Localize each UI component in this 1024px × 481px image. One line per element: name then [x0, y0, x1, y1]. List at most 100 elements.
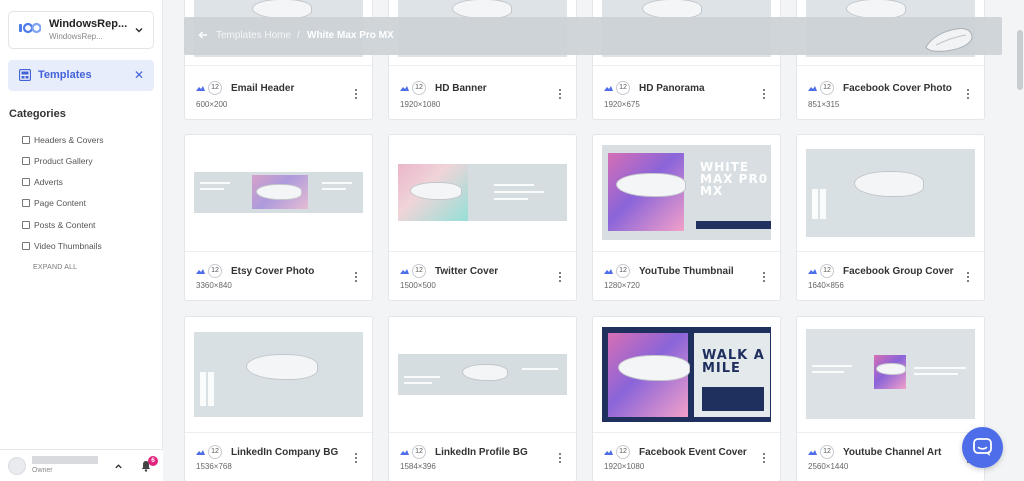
template-dimensions: 1280×720: [604, 281, 640, 290]
shoe-image-decor: [925, 28, 973, 52]
template-thumbnail[interactable]: WHITE MAX PR0 MX: [602, 145, 771, 240]
chat-icon: [973, 438, 992, 456]
nav-item-templates[interactable]: Templates ✕: [8, 60, 154, 91]
kebab-menu-icon[interactable]: [559, 89, 562, 100]
kebab-menu-icon[interactable]: [763, 89, 766, 100]
template-count-badge: 12: [412, 264, 426, 278]
checkbox-icon[interactable]: [22, 157, 30, 165]
category-label: Product Gallery: [34, 156, 93, 166]
checkbox-icon[interactable]: [22, 199, 30, 207]
chevron-up-icon[interactable]: [114, 462, 123, 471]
template-count-badge: 12: [820, 445, 834, 459]
template-dimensions: 3360×840: [196, 281, 232, 290]
image-icon: [808, 450, 817, 455]
template-card[interactable]: 12 Twitter Cover 1500×500: [388, 134, 577, 301]
image-icon: [808, 86, 817, 91]
category-label: Headers & Covers: [34, 135, 104, 145]
logo-icon: [19, 22, 41, 34]
categories-heading: Categories: [9, 108, 66, 120]
template-card[interactable]: WALK A MILE 12 Facebook Event Cover 1920…: [592, 316, 781, 481]
image-icon: [604, 269, 613, 274]
scrollbar-thumb[interactable]: [1017, 30, 1023, 90]
template-dimensions: 1920×1080: [604, 462, 645, 471]
category-label: Posts & Content: [34, 220, 96, 230]
close-icon[interactable]: ✕: [134, 68, 144, 82]
breadcrumb-current: White Max Pro MX: [307, 30, 394, 41]
template-dimensions: 1500×500: [400, 281, 436, 290]
template-card[interactable]: 12 Facebook Group Cover 1640×856: [796, 134, 985, 301]
template-title: Facebook Group Cover: [843, 266, 954, 277]
template-count-badge: 12: [820, 81, 834, 95]
template-thumbnail[interactable]: [194, 172, 363, 213]
checkbox-icon[interactable]: [22, 178, 30, 186]
template-title: Etsy Cover Photo: [231, 266, 315, 277]
expand-all-link[interactable]: EXPAND ALL: [33, 264, 77, 271]
template-dimensions: 1536×768: [196, 462, 232, 471]
workspace-name: WindowsRep...: [49, 18, 128, 30]
template-title: Email Header: [231, 83, 295, 94]
image-icon: [400, 269, 409, 274]
template-thumbnail[interactable]: [194, 332, 363, 417]
breadcrumb-home-link[interactable]: Templates Home: [216, 30, 291, 41]
kebab-menu-icon[interactable]: [355, 453, 358, 464]
template-thumbnail[interactable]: [806, 329, 975, 419]
kebab-menu-icon[interactable]: [967, 272, 970, 283]
image-icon: [196, 86, 205, 91]
image-icon: [400, 450, 409, 455]
template-thumbnail[interactable]: WALK A MILE: [602, 327, 771, 422]
user-bar: Owner 6: [0, 449, 163, 481]
kebab-menu-icon[interactable]: [559, 272, 562, 283]
image-icon: [604, 450, 613, 455]
template-title: YouTube Thumbnail: [639, 266, 734, 277]
template-card[interactable]: 12 LinkedIn Profile BG 1584×396: [388, 316, 577, 481]
thumbnail-headline: WHITE MAX PR0 MX: [700, 160, 769, 198]
template-title: Youtube Channel Art: [843, 447, 942, 458]
checkbox-icon[interactable]: [22, 242, 30, 250]
sidebar: WindowsRep... WindowsRep... Templates ✕ …: [0, 0, 163, 481]
template-thumbnail[interactable]: [806, 149, 975, 237]
template-card[interactable]: 12 Youtube Channel Art 2560×1440: [796, 316, 985, 481]
category-label: Adverts: [34, 177, 63, 187]
template-dimensions: 600×200: [196, 100, 228, 109]
template-count-badge: 12: [208, 445, 222, 459]
template-thumbnail[interactable]: [398, 164, 567, 221]
template-count-badge: 12: [616, 81, 630, 95]
template-title: HD Banner: [435, 83, 487, 94]
kebab-menu-icon[interactable]: [355, 272, 358, 283]
kebab-menu-icon[interactable]: [763, 272, 766, 283]
template-card[interactable]: 12 LinkedIn Company BG 1536×768: [184, 316, 373, 481]
chat-button[interactable]: [962, 427, 1003, 468]
template-dimensions: 2560×1440: [808, 462, 849, 471]
template-grid: 12 Email Header 600×200 12 HD Banner 192…: [164, 0, 1024, 481]
template-dimensions: 1920×675: [604, 100, 640, 109]
checkbox-icon[interactable]: [22, 221, 30, 229]
template-title: Facebook Event Cover: [639, 447, 747, 458]
template-count-badge: 12: [208, 81, 222, 95]
user-name-redacted: [32, 456, 98, 464]
kebab-menu-icon[interactable]: [967, 89, 970, 100]
avatar[interactable]: [8, 457, 26, 475]
breadcrumb-separator: /: [297, 30, 300, 41]
kebab-menu-icon[interactable]: [559, 453, 562, 464]
template-thumbnail[interactable]: [398, 354, 567, 395]
kebab-menu-icon[interactable]: [355, 89, 358, 100]
breadcrumb: Templates Home / White Max Pro MX: [184, 17, 1002, 55]
template-title: LinkedIn Profile BG: [435, 447, 528, 458]
nav-item-templates-label: Templates: [38, 69, 92, 81]
image-icon: [604, 86, 613, 91]
template-count-badge: 12: [616, 445, 630, 459]
templates-icon: [19, 69, 31, 81]
checkbox-icon[interactable]: [22, 136, 30, 144]
category-label: Video Thumbnails: [34, 241, 102, 251]
image-icon: [196, 450, 205, 455]
template-card[interactable]: WHITE MAX PR0 MX 12 YouTube Thumbnail 12…: [592, 134, 781, 301]
template-count-badge: 12: [412, 445, 426, 459]
category-label: Page Content: [34, 198, 86, 208]
kebab-menu-icon[interactable]: [763, 453, 766, 464]
template-card[interactable]: 12 Etsy Cover Photo 3360×840: [184, 134, 373, 301]
template-dimensions: 851×315: [808, 100, 840, 109]
template-title: LinkedIn Company BG: [231, 447, 339, 458]
template-dimensions: 1640×856: [808, 281, 844, 290]
workspace-switcher[interactable]: WindowsRep... WindowsRep...: [8, 11, 154, 49]
arrow-left-icon[interactable]: [198, 30, 208, 40]
